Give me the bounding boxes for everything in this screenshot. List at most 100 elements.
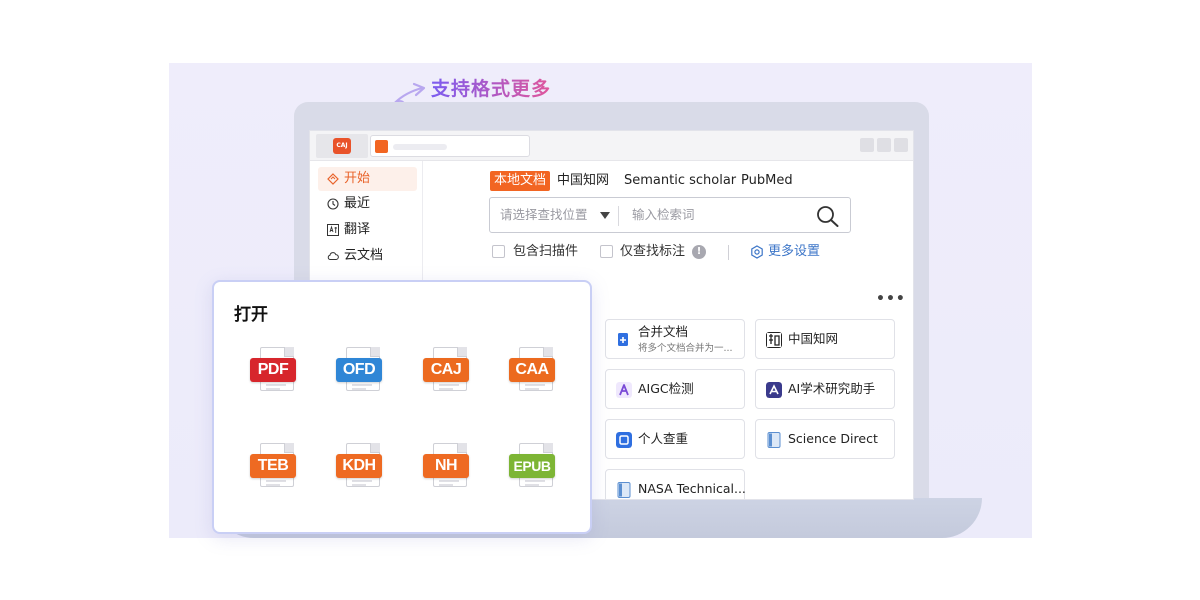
- file-line: [266, 384, 286, 386]
- tool-name: 合并文档: [638, 324, 689, 339]
- document-tab[interactable]: [370, 135, 530, 157]
- format-nh-icon[interactable]: NH: [423, 440, 479, 498]
- caj-logo: CAJ: [333, 138, 351, 154]
- sidebar-item-label: 云文档: [344, 248, 384, 263]
- file-line: [266, 480, 286, 482]
- options-divider: [728, 245, 729, 260]
- minimize-button[interactable]: [860, 138, 874, 152]
- headline: 支持格式更多: [431, 74, 551, 101]
- maximize-button[interactable]: [877, 138, 891, 152]
- diamond-icon: [327, 173, 339, 185]
- tool-ai-assistant[interactable]: AI学术研究助手: [755, 369, 895, 409]
- location-select[interactable]: 请选择查找位置: [500, 198, 588, 232]
- tool-name: AIGC检测: [638, 381, 694, 396]
- search-box: 请选择查找位置 输入检索词: [489, 197, 851, 233]
- tool-name: AI学术研究助手: [788, 381, 876, 396]
- sidebar-item-label: 最近: [344, 196, 371, 211]
- include-scanned-checkbox[interactable]: [492, 245, 505, 258]
- file-line: [525, 484, 539, 486]
- caret-down-icon[interactable]: [600, 212, 610, 219]
- file-fold: [370, 347, 380, 357]
- sidebar-item-start[interactable]: 开始: [318, 167, 417, 191]
- file-line: [439, 480, 459, 482]
- file-line: [439, 384, 459, 386]
- tool-plagiarism-check[interactable]: 个人查重: [605, 419, 745, 459]
- tool-science-direct[interactable]: Science Direct: [755, 419, 895, 459]
- app-home-tab[interactable]: CAJ: [316, 134, 368, 158]
- file-line: [352, 384, 372, 386]
- format-label: OFD: [336, 358, 382, 382]
- aigc-icon: [616, 382, 632, 398]
- file-fold: [370, 443, 380, 453]
- more-settings-link[interactable]: 更多设置: [768, 242, 820, 262]
- sidebar-item-recent[interactable]: 最近: [318, 192, 417, 216]
- sidebar-item-cloud[interactable]: 云文档: [318, 244, 417, 268]
- only-annotations-label: 仅查找标注: [620, 244, 686, 259]
- search-icon[interactable]: [816, 205, 840, 227]
- cnki-icon: [766, 332, 782, 348]
- format-pdf-icon[interactable]: PDF: [250, 344, 306, 402]
- book-icon: [767, 432, 781, 448]
- tab-local-docs[interactable]: 本地文档: [490, 171, 551, 191]
- document-tab-title: [393, 144, 447, 150]
- tab-cnki[interactable]: 中国知网: [557, 171, 609, 191]
- more-tools-button[interactable]: •••: [876, 291, 906, 307]
- format-caa-icon[interactable]: CAA: [509, 344, 565, 402]
- book-icon: [617, 482, 631, 498]
- format-teb-icon[interactable]: TEB: [250, 440, 306, 498]
- open-panel-title: 打开: [234, 305, 268, 325]
- document-icon: [375, 140, 388, 153]
- file-line: [439, 388, 453, 390]
- file-line: [266, 484, 280, 486]
- settings-icon[interactable]: [750, 245, 764, 259]
- file-fold: [284, 443, 294, 453]
- format-label: NH: [423, 454, 469, 478]
- tab-semantic-scholar[interactable]: Semantic scholar: [624, 171, 736, 191]
- file-fold: [457, 347, 467, 357]
- file-fold: [543, 347, 553, 357]
- translate-icon: [327, 224, 339, 236]
- only-annotations-checkbox[interactable]: [600, 245, 613, 258]
- format-label: PDF: [250, 358, 296, 382]
- close-button[interactable]: [894, 138, 908, 152]
- format-caj-icon[interactable]: CAJ: [423, 344, 479, 402]
- file-line: [352, 480, 372, 482]
- tool-merge-docs[interactable]: 合并文档 将多个文档合并为一...: [605, 319, 745, 359]
- include-scanned-label: 包含扫描件: [513, 244, 579, 259]
- format-label: TEB: [250, 454, 296, 478]
- format-epub-icon[interactable]: EPUB: [509, 440, 565, 498]
- format-label: KDH: [336, 454, 382, 478]
- merge-icon: [618, 333, 628, 346]
- cloud-icon: [327, 252, 339, 260]
- tool-nasa-technical[interactable]: NASA Technical...: [605, 469, 746, 499]
- search-divider: [618, 206, 619, 226]
- tool-description: 将多个文档合并为一...: [638, 343, 733, 354]
- sidebar-item-translate[interactable]: 翻译: [318, 218, 417, 242]
- search-input[interactable]: 输入检索词: [632, 198, 695, 232]
- tool-cnki[interactable]: 中国知网: [755, 319, 895, 359]
- file-fold: [457, 443, 467, 453]
- file-fold: [543, 443, 553, 453]
- tool-name: 个人查重: [638, 431, 689, 446]
- tool-aigc-detect[interactable]: AIGC检测: [605, 369, 745, 409]
- clock-icon: [327, 198, 339, 210]
- file-line: [439, 484, 453, 486]
- sidebar-item-label: 开始: [344, 171, 371, 186]
- info-icon[interactable]: !: [692, 245, 706, 259]
- open-formats-panel: 打开 PDF OFD CAJ CAA TEB KDH NH EPUB: [212, 280, 592, 534]
- file-line: [525, 480, 545, 482]
- format-label: EPUB: [509, 454, 555, 478]
- tool-name: 中国知网: [788, 331, 839, 346]
- file-line: [352, 484, 366, 486]
- title-bar: CAJ: [310, 131, 913, 161]
- format-kdh-icon[interactable]: KDH: [336, 440, 392, 498]
- tool-name: Science Direct: [788, 431, 878, 446]
- format-label: CAJ: [423, 358, 469, 382]
- file-line: [525, 388, 539, 390]
- format-label: CAA: [509, 358, 555, 382]
- format-ofd-icon[interactable]: OFD: [336, 344, 392, 402]
- ai-assistant-icon: [766, 382, 782, 398]
- tab-pubmed[interactable]: PubMed: [741, 171, 793, 191]
- plagiarism-icon: [616, 432, 632, 448]
- file-fold: [284, 347, 294, 357]
